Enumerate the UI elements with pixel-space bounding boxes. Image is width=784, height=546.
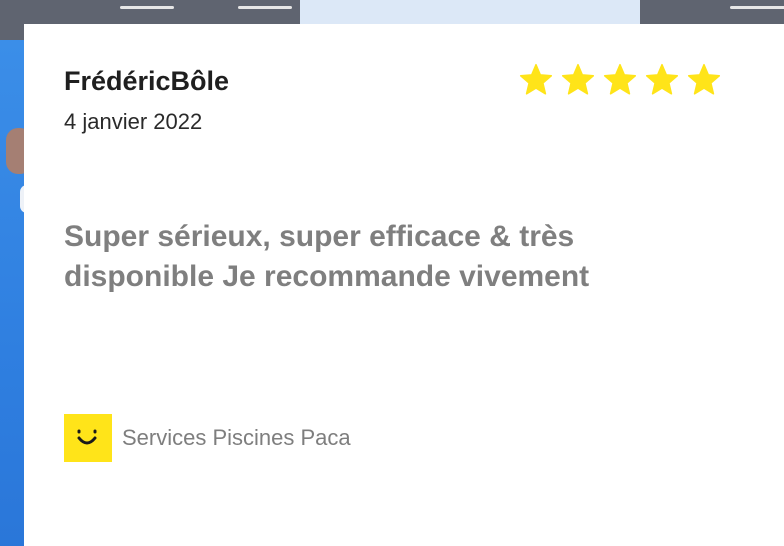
review-text: Super sérieux, super efficace & très dis… bbox=[64, 220, 590, 293]
star-icon bbox=[644, 62, 680, 98]
star-rating bbox=[518, 62, 722, 98]
star-icon bbox=[560, 62, 596, 98]
review-card: FrédéricBôle 4 janvier 2022 Super sérieu… bbox=[24, 24, 784, 546]
star-icon bbox=[518, 62, 554, 98]
background-bar bbox=[730, 6, 784, 9]
review-author: FrédéricBôle bbox=[64, 66, 230, 96]
background-bar bbox=[238, 6, 292, 9]
company-attribution: Services Piscines Paca bbox=[64, 414, 351, 462]
star-icon bbox=[602, 62, 638, 98]
star-icon bbox=[686, 62, 722, 98]
background-bar bbox=[120, 6, 174, 9]
company-name: Services Piscines Paca bbox=[122, 425, 351, 450]
review-date: 4 janvier 2022 bbox=[64, 109, 203, 134]
smile-logo-icon bbox=[64, 414, 112, 462]
